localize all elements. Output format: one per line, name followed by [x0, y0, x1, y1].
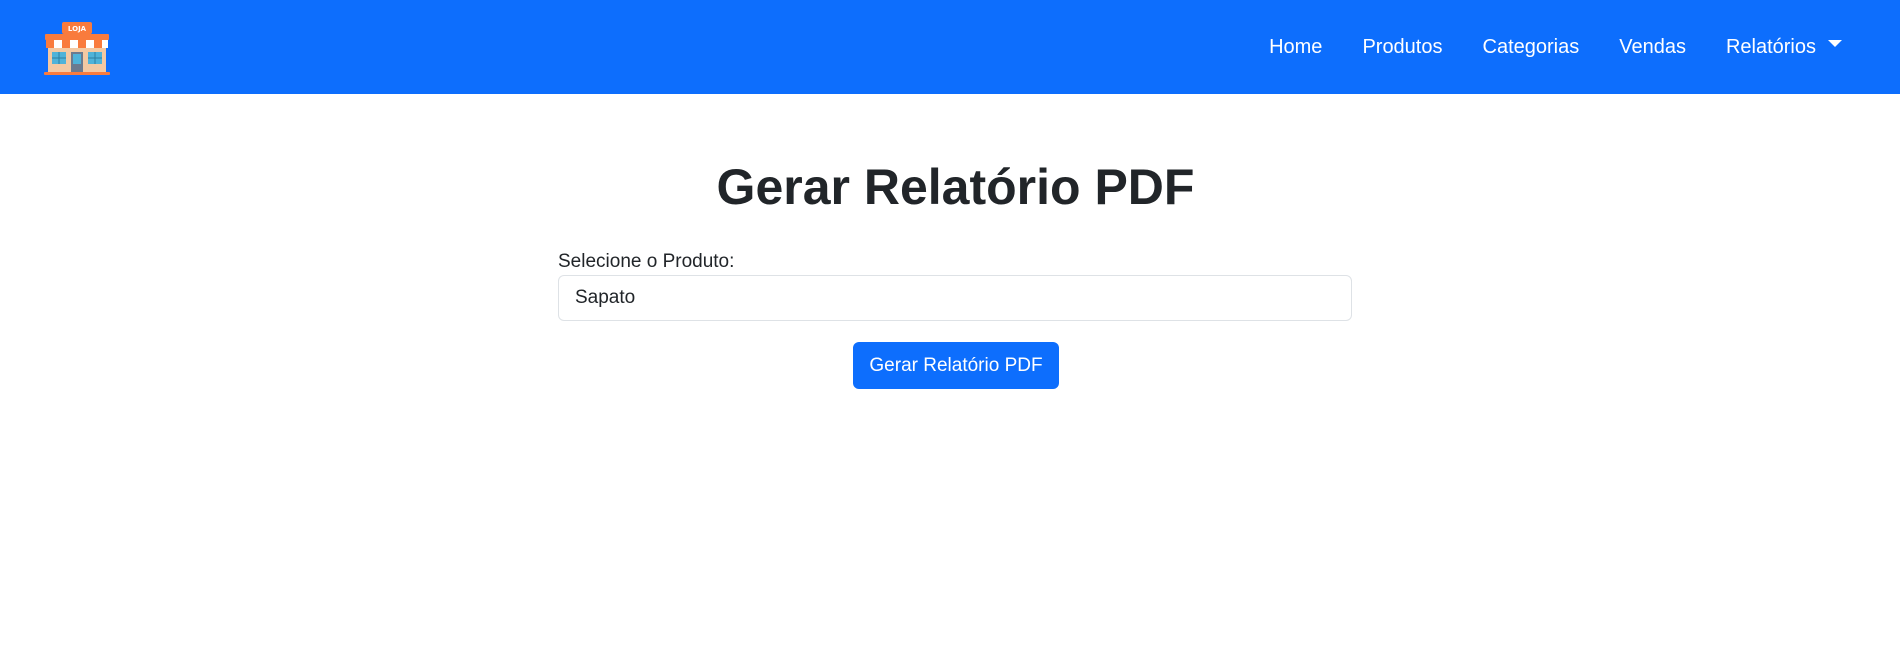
store-logo-icon[interactable]: LOJA	[44, 20, 110, 76]
generate-pdf-button[interactable]: Gerar Relatório PDF	[853, 342, 1059, 389]
logo-sign-text: LOJA	[68, 25, 87, 33]
nav-dropdown-relatorios-label: Relatórios	[1725, 35, 1816, 58]
caret-down-icon	[1828, 39, 1842, 47]
product-select-value: Sapato	[575, 287, 636, 308]
product-select[interactable]: Sapato	[558, 275, 1352, 321]
nav-dropdown-relatorios[interactable]: Relatórios	[1726, 36, 1842, 59]
nav-link-vendas[interactable]: Vendas	[1619, 36, 1686, 59]
nav-link-home[interactable]: Home	[1269, 36, 1322, 59]
nav-link-produtos[interactable]: Produtos	[1362, 36, 1442, 59]
generate-pdf-button-label: Gerar Relatório PDF	[869, 354, 1043, 376]
nav-link-categorias[interactable]: Categorias	[1483, 36, 1580, 59]
product-select-label: Selecione o Produto:	[558, 251, 735, 272]
navbar: LOJA Home Produtos Categorias Vendas Rel…	[0, 0, 1900, 94]
page-title: Gerar Relatório PDF	[716, 159, 1195, 215]
nav-links: Home Produtos Categorias Vendas Relatóri…	[1229, 0, 1842, 94]
